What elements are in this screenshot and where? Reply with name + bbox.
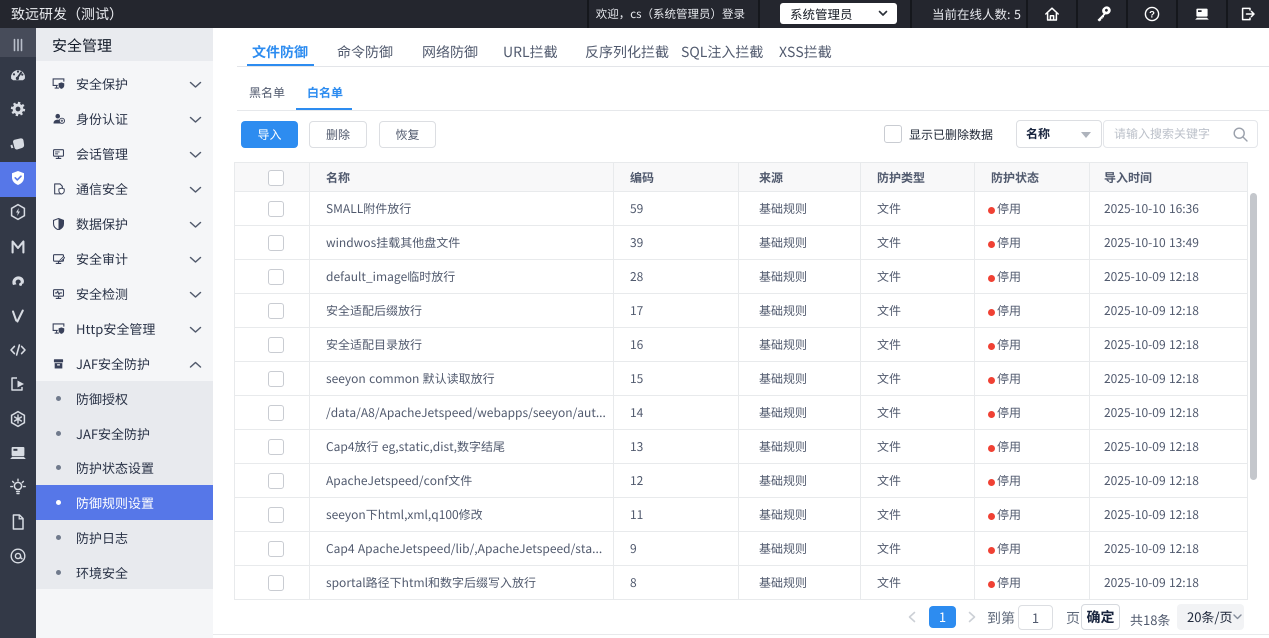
svg-text:?: ?: [1149, 9, 1155, 20]
